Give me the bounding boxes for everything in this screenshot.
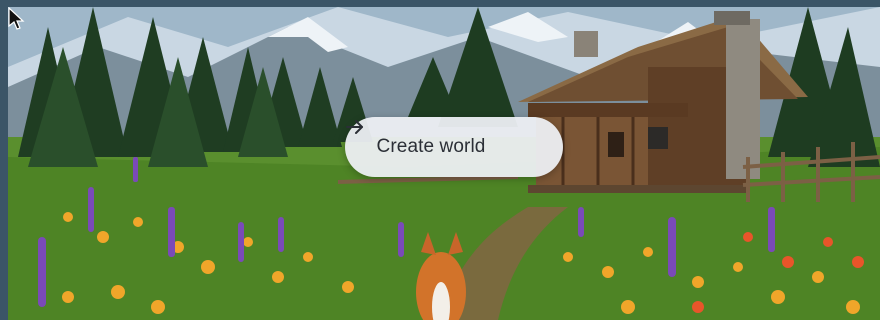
create-world-label: Create world xyxy=(376,136,486,157)
screen-frame: Create world xyxy=(0,0,880,320)
create-world-button[interactable]: Create world xyxy=(345,117,563,177)
hero-scene-image: Create world xyxy=(8,7,880,320)
mouse-pointer-icon xyxy=(8,7,25,30)
arrow-right-icon xyxy=(346,120,531,157)
